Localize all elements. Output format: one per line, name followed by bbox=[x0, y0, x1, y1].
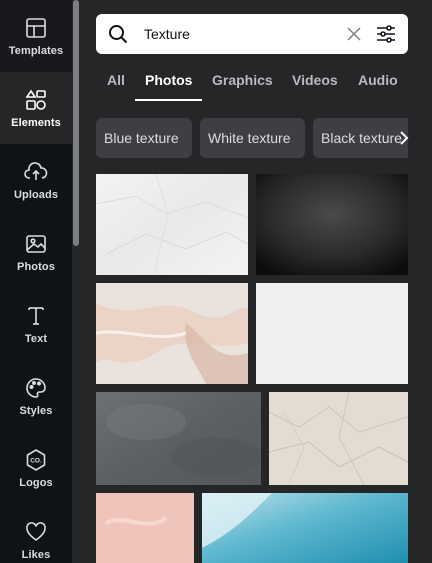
photo-result[interactable] bbox=[96, 493, 194, 563]
sidebar: Templates Elements Uploads Photos Text S… bbox=[0, 0, 72, 563]
search-bar bbox=[96, 14, 408, 54]
sidebar-item-label: Templates bbox=[8, 44, 64, 57]
photo-result[interactable] bbox=[96, 392, 261, 485]
photo-result[interactable] bbox=[256, 283, 408, 384]
text-icon bbox=[28, 306, 44, 325]
sidebar-item-logos[interactable]: CO. Logos bbox=[0, 432, 72, 504]
photo-result[interactable] bbox=[269, 392, 408, 485]
tab-photos[interactable]: Photos bbox=[145, 72, 192, 88]
black-grunge-texture bbox=[256, 174, 408, 275]
photos-icon bbox=[26, 234, 46, 253]
search-input[interactable] bbox=[144, 22, 324, 46]
sidebar-item-label: Styles bbox=[19, 404, 53, 417]
uploads-icon bbox=[24, 161, 48, 180]
tab-graphics[interactable]: Graphics bbox=[212, 72, 273, 88]
tab-audio[interactable]: Audio bbox=[358, 72, 398, 88]
beige-crumpled-paper-texture bbox=[269, 392, 408, 485]
elements-icon bbox=[25, 89, 46, 110]
marble-pastel-texture bbox=[96, 283, 248, 384]
svg-text:CO.: CO. bbox=[30, 457, 42, 464]
sidebar-item-styles[interactable]: Styles bbox=[0, 360, 72, 432]
sidebar-item-likes[interactable]: Likes bbox=[0, 504, 72, 563]
filter-icon[interactable] bbox=[376, 24, 396, 44]
sidebar-item-label: Elements bbox=[11, 116, 61, 129]
chevron-right-icon bbox=[400, 131, 409, 145]
plain-white-texture bbox=[256, 283, 408, 384]
logos-icon: CO. bbox=[26, 448, 46, 471]
sidebar-item-text[interactable]: Text bbox=[0, 288, 72, 360]
active-tab-indicator bbox=[135, 99, 202, 101]
clear-icon[interactable] bbox=[346, 26, 362, 42]
tab-videos[interactable]: Videos bbox=[292, 72, 338, 88]
sidebar-item-label: Text bbox=[24, 332, 48, 345]
search-icon bbox=[109, 25, 128, 44]
grey-concrete-texture bbox=[96, 392, 261, 485]
tab-all[interactable]: All bbox=[107, 72, 125, 88]
chip-blue-texture[interactable]: Blue texture bbox=[96, 118, 192, 158]
sidebar-item-label: Likes bbox=[21, 548, 51, 561]
chip-white-texture[interactable]: White texture bbox=[200, 118, 305, 158]
panel-scrollbar-thumb[interactable] bbox=[73, 0, 79, 246]
sidebar-item-label: Logos bbox=[19, 476, 53, 489]
blue-watercolor-texture bbox=[202, 493, 408, 563]
templates-icon bbox=[26, 17, 46, 38]
white-crumpled-paper-texture bbox=[96, 174, 248, 275]
suggestion-chips: Blue texture White texture Black texture bbox=[96, 118, 408, 158]
photo-result[interactable] bbox=[96, 174, 248, 275]
photo-result[interactable] bbox=[202, 493, 408, 563]
sidebar-item-photos[interactable]: Photos bbox=[0, 216, 72, 288]
photo-result[interactable] bbox=[256, 174, 408, 275]
sidebar-item-label: Photos bbox=[17, 260, 55, 273]
sidebar-item-templates[interactable]: Templates bbox=[0, 0, 72, 72]
sidebar-item-uploads[interactable]: Uploads bbox=[0, 144, 72, 216]
pink-paint-texture bbox=[96, 493, 194, 563]
chips-next-button[interactable] bbox=[392, 118, 416, 158]
sidebar-item-elements[interactable]: Elements bbox=[0, 72, 72, 144]
sidebar-item-label: Uploads bbox=[13, 188, 59, 201]
likes-icon bbox=[26, 521, 46, 541]
styles-icon bbox=[26, 377, 46, 398]
photo-result[interactable] bbox=[96, 283, 248, 384]
